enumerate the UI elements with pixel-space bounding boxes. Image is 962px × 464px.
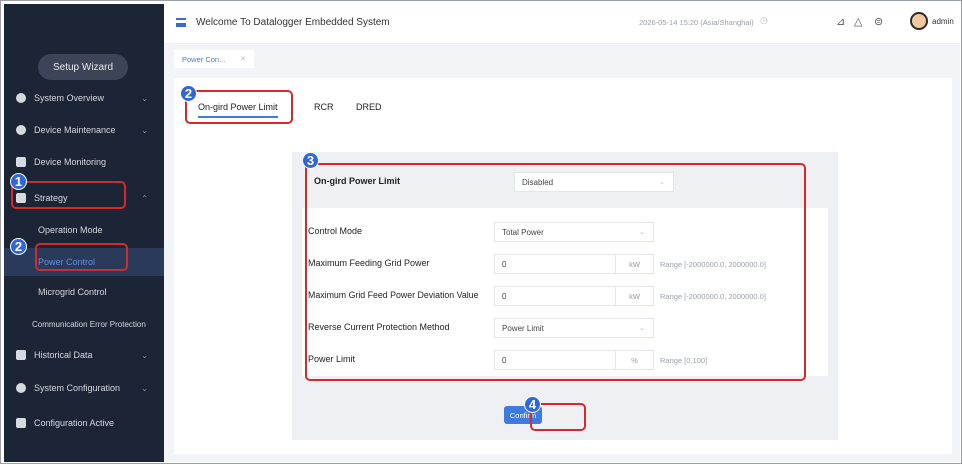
subtab-dred[interactable]: DRED [356,102,382,112]
gear-icon [16,383,26,393]
sidebar-subitem-communication-error-protection[interactable]: Communication Error Protection [4,310,164,338]
avatar[interactable] [910,12,928,30]
chart-icon [16,350,26,360]
annotation-box-subtab [185,90,293,124]
annotation-box-strategy [11,181,126,209]
chevron-down-icon: ⌄ [141,93,148,103]
sidebar-item-system-overview[interactable]: System Overview ⌄ [4,84,164,112]
step-badge: 1 [10,173,27,190]
step-badge: 2 [180,85,197,102]
monitor-icon [16,157,26,167]
overview-icon [16,93,26,103]
sidebar: Setup Wizard System Overview ⌄ Device Ma… [4,4,164,462]
edit-icon[interactable]: ⊿ [836,15,845,28]
subtab-rcr[interactable]: RCR [314,102,334,112]
setup-wizard-button[interactable]: Setup Wizard [38,54,128,80]
sidebar-item-historical-data[interactable]: Historical Data ⌄ [4,341,164,369]
config-icon [16,418,26,428]
tab-strip: Power Con... ✕ [164,44,960,72]
sidebar-item-system-configuration[interactable]: System Configuration ⌄ [4,374,164,402]
chevron-down-icon: ⌄ [141,125,148,135]
sidebar-item-configuration-active[interactable]: Configuration Active [4,409,164,437]
sidebar-item-device-maintenance[interactable]: Device Maintenance ⌄ [4,116,164,144]
chevron-up-icon: ⌃ [141,193,148,203]
chevron-down-icon: ⌄ [141,350,148,360]
datetime-label: 2026-05-14 15:20 (Asia/Shanghai) [639,18,754,27]
sidebar-item-label: System Configuration [34,383,121,393]
bell-icon[interactable]: △ [854,15,862,28]
tab-label: Power Con... [182,54,226,64]
annotation-box-form [305,163,806,381]
step-badge: 4 [524,396,541,413]
user-name[interactable]: admin [932,17,954,26]
annotation-box-power-control [35,243,128,271]
sidebar-subitem-operation-mode[interactable]: Operation Mode [4,216,164,244]
sidebar-item-label: Device Maintenance [34,125,116,135]
close-icon[interactable]: ✕ [240,55,246,63]
top-header: Welcome To Datalogger Embedded System 20… [164,4,960,44]
menu-icon[interactable] [176,18,186,27]
shield-icon [16,125,26,135]
clock-icon: ◷ [760,15,768,25]
sidebar-item-device-monitoring[interactable]: Device Monitoring [4,148,164,176]
settings-icon[interactable]: ⊜ [874,15,883,28]
sidebar-subitem-microgrid-control[interactable]: Microgrid Control [4,278,164,306]
sidebar-item-label: System Overview [34,93,105,103]
sidebar-item-label: Historical Data [34,350,93,360]
step-badge: 3 [302,152,319,169]
chevron-down-icon: ⌄ [141,383,148,393]
step-badge: 2 [10,238,27,255]
sidebar-item-label: Device Monitoring [34,157,107,167]
page-title: Welcome To Datalogger Embedded System [196,17,390,28]
sidebar-item-label: Configuration Active [34,418,115,428]
tab-power-control[interactable]: Power Con... ✕ [174,50,254,68]
